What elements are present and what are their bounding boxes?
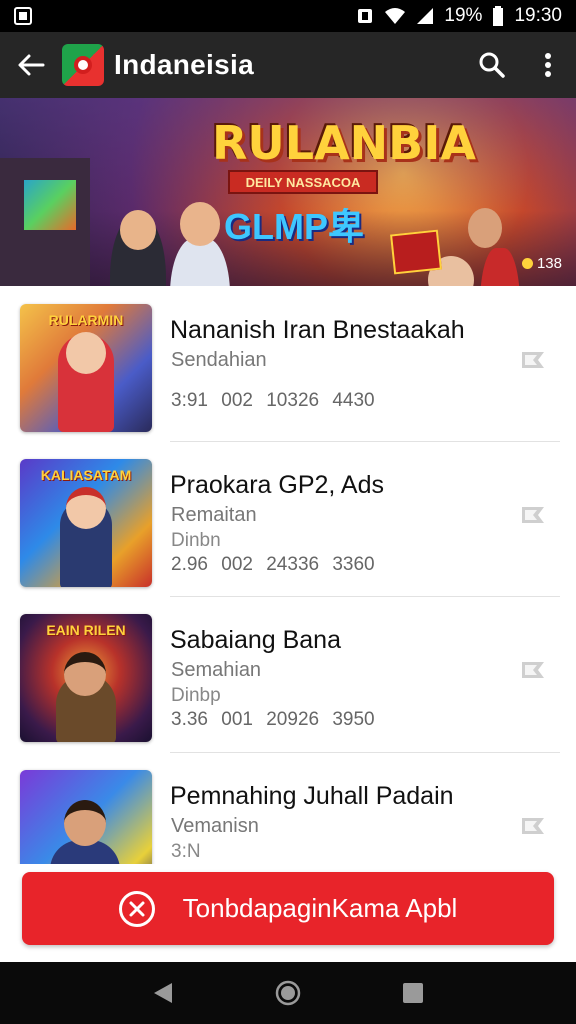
circle-home-icon bbox=[275, 980, 301, 1006]
thumbnail-label: KALIASATAM bbox=[40, 467, 132, 483]
notification-app-icon bbox=[14, 7, 32, 25]
list-item[interactable]: EAIN RILEN Sabaiang Bana Semahian Dinbp … bbox=[0, 596, 576, 751]
search-button[interactable] bbox=[464, 32, 520, 98]
battery-percent: 19% bbox=[444, 5, 483, 26]
close-circle-icon bbox=[118, 890, 155, 927]
thumbnail-label: EAIN RILEN bbox=[46, 622, 126, 638]
triangle-back-icon bbox=[153, 983, 172, 1003]
list-item[interactable]: RULARMIN Nananish Iran Bnestaakah Sendah… bbox=[0, 286, 576, 441]
install-app-label: TonbdapaginKama Apbl bbox=[182, 893, 458, 923]
coin-icon bbox=[521, 258, 533, 269]
square-recents-icon bbox=[403, 983, 424, 1003]
list-item-title: Pemnahing Juhall Padain bbox=[170, 782, 454, 810]
signal-icon bbox=[417, 8, 434, 24]
list-item-meta: Dinbn bbox=[171, 530, 221, 551]
banner-count: 138 bbox=[521, 255, 562, 272]
hero-banner[interactable]: RULANBIA DEILY NASSACOA GLMP卑 138 bbox=[0, 98, 576, 286]
report-flag-icon[interactable] bbox=[520, 350, 546, 372]
game-thumbnail bbox=[20, 770, 152, 864]
thumbnail-character-head bbox=[64, 800, 106, 846]
battery-icon bbox=[493, 6, 504, 26]
back-button[interactable] bbox=[0, 32, 62, 98]
system-nav-bar bbox=[0, 962, 576, 1024]
banner-ribbon: DEILY NASSACOA bbox=[228, 170, 378, 194]
thumbnail-label: RULARMIN bbox=[48, 312, 124, 328]
thumbnail-label bbox=[28, 778, 144, 796]
list-item[interactable]: Pemnahing Juhall Padain Vemanisn 3:N bbox=[0, 752, 576, 864]
notification-icon bbox=[358, 9, 373, 23]
clock: 19:30 bbox=[514, 5, 562, 26]
report-flag-icon[interactable] bbox=[520, 505, 546, 527]
game-thumbnail: KALIASATAM bbox=[20, 459, 152, 587]
nav-recents-button[interactable] bbox=[393, 973, 433, 1013]
list-item-stats: 2.96 002 24336 3360 bbox=[171, 554, 375, 575]
list-item-title: Sabaiang Bana bbox=[170, 626, 341, 654]
page-title: Indaneisia bbox=[114, 49, 254, 80]
banner-logo-text: GLMP卑 bbox=[224, 206, 364, 247]
list-item-stats: 3:91 002 10326 4430 bbox=[171, 390, 375, 411]
thumbnail-character-head bbox=[66, 487, 106, 529]
list-item-subtitle: Sendahian bbox=[171, 349, 267, 371]
banner-character-4-head bbox=[468, 208, 502, 248]
banner-count-value: 138 bbox=[536, 255, 562, 272]
status-bar: 19% 19:30 bbox=[0, 0, 576, 32]
report-flag-icon[interactable] bbox=[520, 660, 546, 682]
game-thumbnail: RULARMIN bbox=[20, 304, 152, 432]
wifi-icon bbox=[385, 8, 406, 24]
banner-badge bbox=[390, 229, 442, 275]
overflow-menu-button[interactable] bbox=[520, 32, 576, 98]
list-item-subtitle: Vemanisn bbox=[171, 815, 259, 837]
list-item-subtitle: Semahian bbox=[171, 659, 262, 681]
list-item-title: Praokara GP2, Ads bbox=[170, 471, 385, 499]
report-flag-icon[interactable] bbox=[520, 816, 546, 838]
banner-screen bbox=[24, 180, 76, 230]
app-toolbar: Indaneisia bbox=[0, 32, 576, 98]
game-thumbnail: EAIN RILEN bbox=[20, 614, 152, 742]
banner-character-1-head bbox=[120, 210, 156, 250]
nav-home-button[interactable] bbox=[268, 973, 308, 1013]
install-app-button[interactable]: TonbdapaginKama Apbl bbox=[22, 872, 554, 945]
list-item[interactable]: KALIASATAM Praokara GP2, Ads Remaitan Di… bbox=[0, 441, 576, 596]
more-vertical-icon bbox=[545, 53, 551, 77]
search-icon bbox=[479, 52, 505, 78]
thumbnail-character-head bbox=[66, 332, 106, 374]
cta-area: TonbdapaginKama Apbl bbox=[0, 864, 576, 962]
arrow-left-icon bbox=[18, 54, 45, 76]
banner-character-2-head bbox=[180, 202, 220, 246]
list-item-meta: Dinbp bbox=[171, 685, 221, 706]
list-item-title: Nananish Iran Bnestaakah bbox=[170, 316, 465, 344]
list-item-subtitle: Remaitan bbox=[171, 504, 257, 526]
thumbnail-character-head bbox=[64, 652, 106, 696]
banner-title: RULANBIA bbox=[212, 116, 476, 170]
list-item-meta: 3:N bbox=[171, 841, 201, 862]
app-logo bbox=[62, 44, 104, 86]
list-item-stats: 3.36 001 20926 3950 bbox=[171, 709, 375, 730]
nav-back-button[interactable] bbox=[143, 973, 183, 1013]
game-list: RULARMIN Nananish Iran Bnestaakah Sendah… bbox=[0, 286, 576, 864]
